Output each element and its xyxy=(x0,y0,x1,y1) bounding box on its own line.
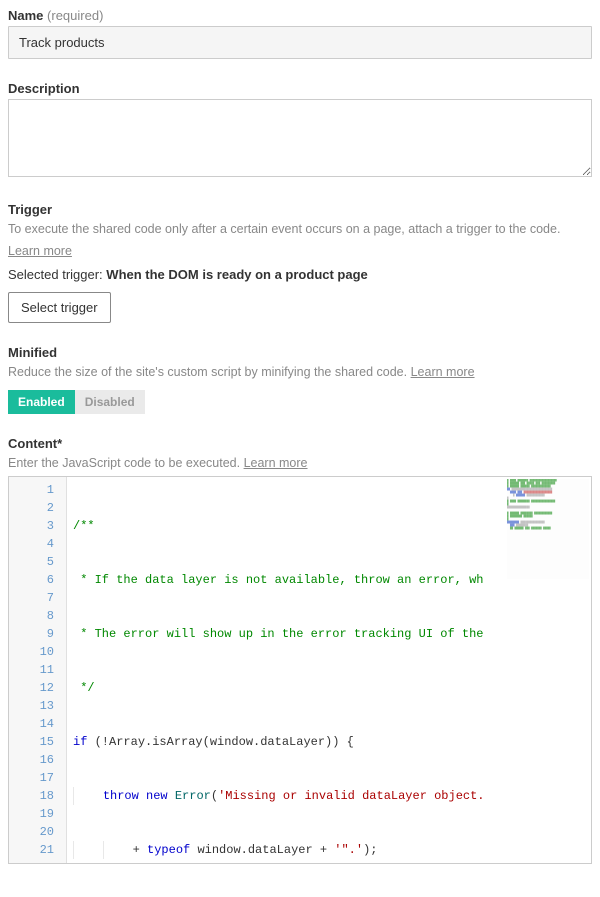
minified-section: Minified Reduce the size of the site's c… xyxy=(8,345,592,415)
code-token: + xyxy=(133,843,147,857)
line-number: 1 xyxy=(9,481,66,499)
line-number: 7 xyxy=(9,589,66,607)
content-label: Content* xyxy=(8,436,592,451)
code-token: /** xyxy=(73,519,95,533)
code-token: (!Array.isArray(window.dataLayer)) { xyxy=(87,735,353,749)
code-area[interactable]: /** * If the data layer is not available… xyxy=(67,477,591,863)
line-number: 10 xyxy=(9,643,66,661)
content-help-text: Enter the JavaScript code to be executed… xyxy=(8,456,240,470)
name-label-text: Name xyxy=(8,8,43,23)
name-required-hint: (required) xyxy=(47,8,103,23)
code-token: new xyxy=(146,789,168,803)
description-textarea[interactable] xyxy=(8,99,592,177)
minified-label: Minified xyxy=(8,345,592,360)
name-input[interactable] xyxy=(8,26,592,59)
editor-gutter: 1 2 3 4 5 6 7 8 9 10 11 12 13 14 15 16 1… xyxy=(9,477,67,863)
line-number: 5 xyxy=(9,553,66,571)
line-number: 12 xyxy=(9,679,66,697)
code-token: ( xyxy=(211,789,218,803)
line-number: 14 xyxy=(9,715,66,733)
minified-disabled-toggle[interactable]: Disabled xyxy=(75,390,145,414)
line-number: 16 xyxy=(9,751,66,769)
trigger-selected-label: Selected trigger: xyxy=(8,267,103,282)
minified-help: Reduce the size of the site's custom scr… xyxy=(8,363,592,382)
code-token: Error xyxy=(175,789,211,803)
trigger-help: To execute the shared code only after a … xyxy=(8,220,592,239)
trigger-label: Trigger xyxy=(8,202,592,217)
code-token: '".' xyxy=(334,843,363,857)
line-number: 11 xyxy=(9,661,66,679)
line-number: 15 xyxy=(9,733,66,751)
code-token: */ xyxy=(73,681,95,695)
select-trigger-button[interactable]: Select trigger xyxy=(8,292,111,323)
line-number: 13 xyxy=(9,697,66,715)
description-section: Description xyxy=(8,81,592,180)
code-token: window.dataLayer + xyxy=(190,843,334,857)
code-editor[interactable]: 1 2 3 4 5 6 7 8 9 10 11 12 13 14 15 16 1… xyxy=(8,476,592,864)
content-help: Enter the JavaScript code to be executed… xyxy=(8,454,592,473)
code-token xyxy=(139,789,146,803)
line-number: 19 xyxy=(9,805,66,823)
trigger-selected-value: When the DOM is ready on a product page xyxy=(106,267,367,282)
code-token: * The error will show up in the error tr… xyxy=(73,627,483,641)
minified-help-text: Reduce the size of the site's custom scr… xyxy=(8,365,407,379)
description-label: Description xyxy=(8,81,592,96)
line-number: 8 xyxy=(9,607,66,625)
content-section: Content* Enter the JavaScript code to be… xyxy=(8,436,592,864)
trigger-learn-row: Learn more xyxy=(8,242,592,261)
trigger-help-text: To execute the shared code only after a … xyxy=(8,222,560,236)
line-number: 21 xyxy=(9,841,66,859)
code-token: 'Missing or invalid dataLayer object. xyxy=(218,789,484,803)
line-number: 17 xyxy=(9,769,66,787)
code-token: typeof xyxy=(147,843,190,857)
line-number: 20 xyxy=(9,823,66,841)
trigger-section: Trigger To execute the shared code only … xyxy=(8,202,592,323)
trigger-selected-row: Selected trigger: When the DOM is ready … xyxy=(8,267,592,282)
trigger-learn-more-link[interactable]: Learn more xyxy=(8,244,72,258)
code-token: throw xyxy=(103,789,139,803)
name-label: Name (required) xyxy=(8,8,592,23)
code-token: * If the data layer is not available, th… xyxy=(73,573,483,587)
code-token: if xyxy=(73,735,87,749)
minified-toggle-group: Enabled Disabled xyxy=(8,390,145,414)
code-token xyxy=(168,789,175,803)
minified-enabled-toggle[interactable]: Enabled xyxy=(8,390,75,414)
content-learn-more-link[interactable]: Learn more xyxy=(244,456,308,470)
minified-learn-more-link[interactable]: Learn more xyxy=(411,365,475,379)
code-token: ); xyxy=(363,843,377,857)
line-number: 9 xyxy=(9,625,66,643)
line-number: 6 xyxy=(9,571,66,589)
line-number: 18 xyxy=(9,787,66,805)
line-number: 4 xyxy=(9,535,66,553)
name-section: Name (required) xyxy=(8,8,592,59)
line-number: 2 xyxy=(9,499,66,517)
line-number: 3 xyxy=(9,517,66,535)
